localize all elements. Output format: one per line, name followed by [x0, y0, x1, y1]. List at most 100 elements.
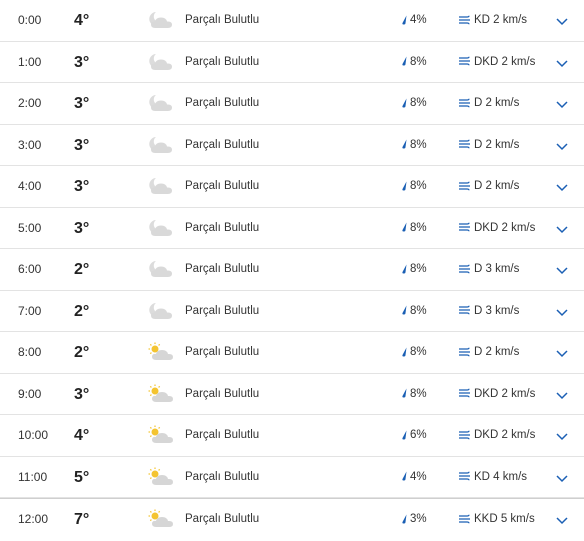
wind: DKD 2 km/s: [459, 374, 535, 415]
precipitation-value: 8%: [410, 55, 427, 68]
raindrop-icon: [402, 264, 407, 274]
hour-temperature: 4°: [74, 12, 90, 29]
wind-value: DKD 2 km/s: [474, 55, 536, 68]
chevron-down-icon[interactable]: [555, 305, 569, 319]
partly-cloudy-night-icon: [147, 93, 175, 113]
precipitation-value: 8%: [410, 346, 427, 358]
condition-text: Parçalı Bulutlu: [185, 346, 260, 358]
wind-icon: [459, 472, 470, 481]
hour-time: 0:00: [18, 13, 42, 27]
chevron-down-icon[interactable]: [555, 471, 569, 485]
chevron-down-icon[interactable]: [555, 139, 569, 153]
precipitation-value: 8%: [410, 138, 427, 151]
hourly-row[interactable]: 11:00 5° Parçalı Bulutlu 4% KD 4 km/s: [0, 457, 584, 498]
condition-text: Parçalı Bulutlu: [185, 97, 260, 109]
wind-value: KD 2 km/s: [474, 14, 528, 26]
raindrop-icon: [402, 471, 407, 481]
partly-cloudy-night-icon: [147, 259, 175, 279]
hourly-row[interactable]: 12:00 7° Parçalı Bulutlu 3% KKD 5 km/s: [0, 498, 584, 540]
hourly-row[interactable]: 2:00 3° Parçalı Bulutlu 8% D 2 km/s: [0, 83, 584, 125]
hour-time: 6:00: [18, 262, 42, 276]
hourly-row[interactable]: 5:00 3° Parçalı Bulutlu 8% DKD 2 km/s: [0, 208, 584, 249]
precipitation-value: 8%: [410, 304, 427, 317]
raindrop-icon: [402, 98, 407, 108]
wind-value: KKD 5 km/s: [474, 513, 535, 525]
chevron-down-icon[interactable]: [555, 97, 569, 111]
raindrop-icon: [402, 181, 407, 191]
partly-cloudy-night-icon: [147, 135, 175, 155]
raindrop-icon: [402, 139, 407, 149]
hour-temperature: 2°: [74, 261, 90, 278]
wind-value: DKD 2 km/s: [474, 429, 536, 441]
precipitation: 8%: [401, 249, 427, 290]
precipitation-value: 3%: [410, 513, 427, 525]
precipitation: 4%: [401, 457, 427, 498]
chevron-down-icon[interactable]: [555, 388, 569, 402]
precipitation: 8%: [401, 166, 427, 207]
hour-time: 8:00: [18, 345, 42, 359]
partly-cloudy-day-icon: [147, 384, 175, 404]
hourly-row[interactable]: 3:00 3° Parçalı Bulutlu 8% D 2 km/s: [0, 125, 584, 166]
chevron-down-icon[interactable]: [555, 180, 569, 194]
wind: D 2 km/s: [459, 166, 519, 207]
condition-text: Parçalı Bulutlu: [185, 513, 260, 525]
precipitation-value: 6%: [410, 429, 427, 441]
condition-text: Parçalı Bulutlu: [185, 138, 260, 151]
wind-value: D 3 km/s: [474, 263, 520, 275]
condition-text: Parçalı Bulutlu: [185, 470, 260, 483]
hour-temperature: 3°: [74, 95, 90, 112]
chevron-down-icon[interactable]: [555, 263, 569, 277]
raindrop-icon: [402, 56, 407, 66]
partly-cloudy-night-icon: [147, 176, 175, 196]
raindrop-icon: [402, 347, 407, 357]
hour-temperature: 7°: [74, 511, 90, 528]
hourly-row[interactable]: 6:00 2° Parçalı Bulutlu 8% D 3 km/s: [0, 249, 584, 291]
chevron-down-icon[interactable]: [555, 56, 569, 70]
hourly-row[interactable]: 4:00 3° Parçalı Bulutlu 8% D 2 km/s: [0, 166, 584, 208]
precipitation-value: 4%: [410, 470, 427, 483]
hour-time: 4:00: [18, 179, 42, 193]
chevron-down-icon[interactable]: [555, 346, 569, 360]
chevron-down-icon[interactable]: [555, 429, 569, 443]
wind-icon: [459, 57, 470, 66]
raindrop-icon: [402, 15, 407, 25]
hour-temperature: 3°: [74, 385, 90, 403]
wind-value: D 2 km/s: [474, 138, 520, 151]
hourly-row[interactable]: 9:00 3° Parçalı Bulutlu 8% DKD 2 km/s: [0, 374, 584, 415]
wind-icon: [459, 181, 470, 191]
hour-time: 11:00: [18, 469, 48, 484]
hourly-row[interactable]: 8:00 2° Parçalı Bulutlu 8% D 2 km/s: [0, 332, 584, 374]
hour-time: 12:00: [18, 512, 49, 526]
wind: DKD 2 km/s: [459, 208, 535, 249]
wind-value: D 2 km/s: [474, 180, 520, 192]
hourly-row[interactable]: 1:00 3° Parçalı Bulutlu 8% DKD 2 km/s: [0, 42, 584, 83]
hourly-row[interactable]: 0:00 4° Parçalı Bulutlu 4% KD 2 km/s: [0, 0, 584, 42]
wind-icon: [459, 223, 470, 232]
hourly-row[interactable]: 7:00 2° Parçalı Bulutlu 8% D 3 km/s: [0, 291, 584, 332]
partly-cloudy-day-icon: [147, 425, 175, 445]
partly-cloudy-day-icon: [147, 342, 175, 362]
precipitation: 8%: [401, 291, 427, 332]
chevron-down-icon[interactable]: [555, 222, 569, 236]
precipitation: 8%: [401, 125, 427, 166]
wind-icon: [459, 306, 470, 315]
chevron-down-icon[interactable]: [555, 513, 569, 527]
condition-text: Parçalı Bulutlu: [185, 221, 260, 234]
precipitation: 8%: [401, 208, 427, 249]
hour-time: 1:00: [18, 54, 42, 69]
condition-text: Parçalı Bulutlu: [185, 387, 260, 400]
hour-time: 3:00: [18, 137, 42, 152]
wind-value: D 2 km/s: [474, 97, 520, 109]
chevron-down-icon[interactable]: [555, 14, 569, 28]
wind-icon: [459, 98, 470, 108]
wind-icon: [459, 514, 470, 524]
hourly-row[interactable]: 10:00 4° Parçalı Bulutlu 6% DKD 2 km/s: [0, 415, 584, 457]
wind-value: KD 4 km/s: [474, 470, 528, 483]
wind: D 3 km/s: [459, 291, 519, 332]
wind-value: D 3 km/s: [474, 304, 520, 317]
raindrop-icon: [402, 305, 407, 315]
hour-time: 5:00: [18, 220, 42, 235]
wind-value: DKD 2 km/s: [474, 221, 536, 234]
condition-text: Parçalı Bulutlu: [185, 14, 260, 26]
wind-value: D 2 km/s: [474, 346, 520, 358]
